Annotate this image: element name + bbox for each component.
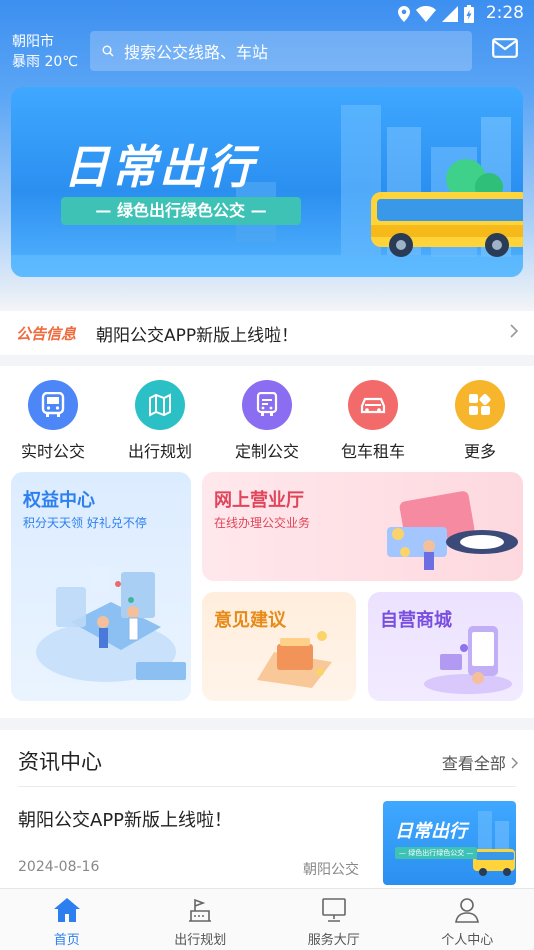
benefits-center-card[interactable]: 权益中心 积分天天领 好礼兑不停 (11, 472, 191, 701)
tab-service-hall[interactable]: 服务大厅 (267, 889, 401, 950)
car-icon (348, 380, 398, 430)
app-header: 朝阳市 暴雨 20℃ 搜索公交线路、车站 (0, 28, 534, 76)
banner-subtitle: — 绿色出行绿色公交 — (61, 197, 301, 225)
monitor-icon (320, 898, 348, 927)
thumbnail-subtitle: — 绿色出行绿色公交 — (395, 847, 478, 859)
search-placeholder: 搜索公交线路、车站 (124, 43, 269, 62)
custom-bus-icon (242, 380, 292, 430)
quick-action-custom-bus[interactable]: 定制公交 (222, 380, 312, 462)
wifi-icon (416, 6, 436, 26)
home-icon (53, 898, 81, 927)
online-hall-card[interactable]: 网上营业厅 在线办理公交业务 (202, 472, 523, 581)
location-icon (398, 6, 410, 26)
search-icon (102, 42, 114, 61)
online-hall-illustration (387, 491, 518, 570)
quick-action-label: 出行规划 (127, 442, 192, 461)
quick-action-label: 更多 (463, 442, 496, 461)
notice-message: 朝阳公交APP新版上线啦！ (96, 325, 299, 346)
mall-card[interactable]: 自营商城 (368, 592, 523, 701)
bus-icon (28, 380, 78, 430)
tab-trip-planning[interactable]: 出行规划 (134, 889, 268, 950)
signal-icon (442, 6, 458, 26)
city-name: 朝阳市 (12, 34, 54, 50)
news-section: 资讯中心 查看全部 朝阳公交APP新版上线啦！ 2024-08-16 朝阳公交 … (0, 730, 534, 890)
quick-action-label: 包车租车 (340, 442, 405, 461)
tab-label: 个人中心 (441, 933, 494, 948)
status-bar: 2:28 (0, 0, 534, 28)
section-title: 资讯中心 (18, 750, 102, 774)
services-section: 实时公交 出行规划 定制公交 包车租车 更多 权益中心 积分天天领 好礼兑不停 … (0, 366, 534, 718)
quick-action-label: 实时公交 (20, 442, 85, 461)
notice-tag: 公告信息 (16, 324, 77, 343)
clock: 2:28 (485, 3, 524, 23)
benefits-illustration (36, 567, 186, 682)
tab-profile[interactable]: 个人中心 (401, 889, 534, 950)
chevron-right-icon (510, 323, 519, 342)
news-date: 2024-08-16 (18, 859, 100, 875)
quick-action-realtime-bus[interactable]: 实时公交 (8, 380, 98, 462)
news-source: 朝阳公交 (303, 862, 359, 878)
route-icon (186, 898, 214, 927)
promo-banner[interactable]: 日常出行 — 绿色出行绿色公交 — (11, 87, 523, 277)
mall-illustration (424, 626, 512, 694)
tab-label: 首页 (53, 933, 80, 948)
quick-action-label: 定制公交 (234, 442, 299, 461)
location-weather[interactable]: 朝阳市 暴雨 20℃ (12, 32, 78, 72)
thumbnail-illustration (473, 811, 515, 876)
tab-home[interactable]: 首页 (0, 889, 134, 950)
quick-actions: 实时公交 出行规划 定制公交 包车租车 更多 (0, 380, 534, 470)
thumbnail-title: 日常出行 (395, 821, 467, 842)
view-all-label: 查看全部 (441, 754, 506, 773)
news-thumbnail: 日常出行 — 绿色出行绿色公交 — (383, 801, 516, 885)
search-input[interactable]: 搜索公交线路、车站 (90, 31, 472, 71)
notice-bar[interactable]: 公告信息 朝阳公交APP新版上线啦！ (0, 311, 534, 355)
battery-icon (464, 5, 474, 27)
more-icon (455, 380, 505, 430)
feedback-illustration (257, 631, 332, 688)
map-icon (135, 380, 185, 430)
quick-action-trip-planning[interactable]: 出行规划 (115, 380, 205, 462)
user-icon (453, 898, 481, 927)
quick-action-charter[interactable]: 包车租车 (328, 380, 418, 462)
weather-text: 暴雨 20℃ (12, 54, 78, 70)
feedback-card[interactable]: 意见建议 (202, 592, 356, 701)
divider (18, 786, 516, 787)
view-all-link[interactable]: 查看全部 (442, 750, 518, 774)
tab-label: 出行规划 (174, 933, 227, 948)
chevron-right-icon (511, 754, 518, 773)
tab-label: 服务大厅 (307, 933, 360, 948)
banner-title: 日常出行 (63, 140, 255, 194)
quick-action-more[interactable]: 更多 (435, 380, 525, 462)
mail-icon[interactable] (492, 38, 518, 62)
bottom-tab-bar: 首页 出行规划 服务大厅 个人中心 (0, 888, 534, 950)
news-title: 朝阳公交APP新版上线啦！ (18, 810, 233, 831)
